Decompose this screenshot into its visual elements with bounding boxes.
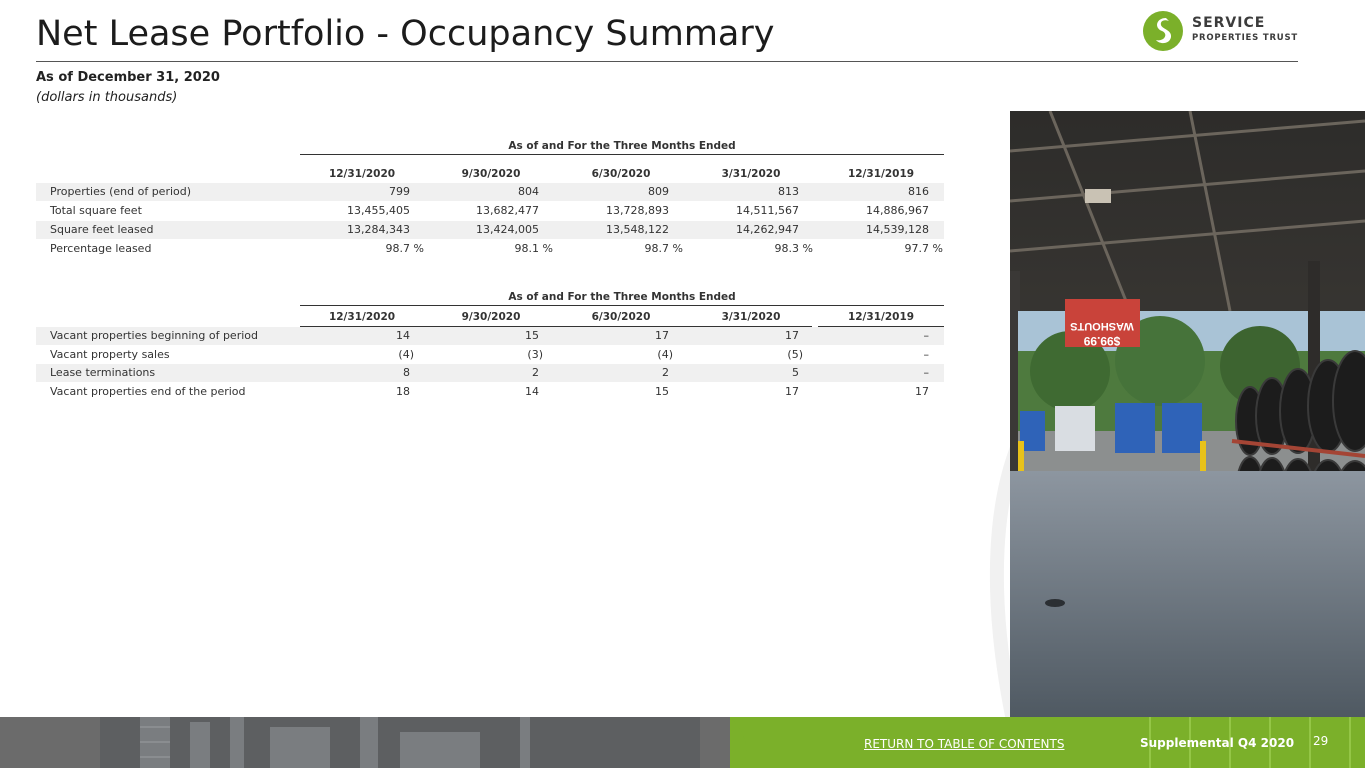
cell-value: 98.3 %	[774, 242, 813, 255]
cell-value: 13,424,005	[476, 223, 539, 236]
cell-value: 14,886,967	[866, 204, 929, 217]
spt-leaf-icon	[1143, 11, 1183, 51]
row-label: Vacant properties end of the period	[50, 385, 246, 398]
occupancy-table: As of and For the Three Months Ended 12/…	[36, 138, 944, 268]
cell-value: 804	[518, 185, 539, 198]
cell-value: (4)	[657, 348, 673, 361]
page-title: Net Lease Portfolio - Occupancy Summary	[36, 14, 775, 54]
company-logo: SERVICE PROPERTIES TRUST	[1142, 10, 1302, 52]
cell-value: 8	[403, 366, 410, 379]
cell-value: 17	[785, 329, 799, 342]
cell-value: 13,284,343	[347, 223, 410, 236]
table1-col-header: 12/31/2019	[847, 168, 915, 180]
cell-value: 14,511,567	[736, 204, 799, 217]
table2-col-header: 6/30/2020	[591, 311, 651, 323]
table-row: Percentage leased 98.7 % 98.1 % 98.7 % 9…	[36, 240, 944, 258]
table1-col-header: 6/30/2020	[591, 168, 651, 180]
cell-value: (3)	[527, 348, 543, 361]
cell-value: 813	[778, 185, 799, 198]
table2-group-header: As of and For the Three Months Ended	[508, 291, 736, 303]
table2-col-header: 3/31/2020	[721, 311, 781, 323]
property-photo: WASHOUTS $99.99	[1010, 111, 1365, 717]
cell-value: 98.7 %	[644, 242, 683, 255]
table1-col-header: 12/31/2020	[328, 168, 396, 180]
sign-text-line2: $99.99	[1083, 334, 1120, 348]
logo-line1: SERVICE	[1192, 15, 1266, 31]
cell-value: 13,682,477	[476, 204, 539, 217]
as-of-date: As of December 31, 2020	[36, 70, 220, 85]
title-divider	[36, 61, 1298, 62]
row-label: Percentage leased	[50, 242, 152, 255]
cell-value: 18	[396, 385, 410, 398]
row-label: Square feet leased	[50, 223, 154, 236]
table2-group-rule	[300, 305, 944, 306]
sign-text-line1: WASHOUTS	[1070, 320, 1134, 332]
table-row: Square feet leased 13,284,343 13,424,005…	[36, 221, 944, 239]
table2-col-header: 12/31/2020	[328, 311, 396, 323]
units-note: (dollars in thousands)	[36, 90, 178, 105]
cell-value: 14,539,128	[866, 223, 929, 236]
cell-value: (4)	[398, 348, 414, 361]
table1-group-header: As of and For the Three Months Ended	[508, 140, 736, 152]
cell-value: 816	[908, 185, 929, 198]
row-label: Vacant properties beginning of period	[50, 329, 258, 342]
row-label: Lease terminations	[50, 366, 156, 379]
logo-line2: PROPERTIES TRUST	[1192, 33, 1299, 43]
cell-value: 13,548,122	[606, 223, 669, 236]
vacancy-table: As of and For the Three Months Ended 12/…	[36, 289, 944, 409]
row-label: Vacant property sales	[50, 348, 170, 361]
cell-value: 13,728,893	[606, 204, 669, 217]
cell-value: 15	[525, 329, 539, 342]
table-row: Vacant properties end of the period 18 1…	[36, 383, 944, 401]
cell-value: 17	[785, 385, 799, 398]
table1-col-header: 3/31/2020	[721, 168, 781, 180]
cell-value: 809	[648, 185, 669, 198]
page-number: 29	[1313, 734, 1329, 748]
table-row: Total square feet 13,455,405 13,682,477 …	[36, 202, 944, 220]
table2-col-header: 9/30/2020	[461, 311, 521, 323]
table-row: Properties (end of period) 799 804 809 8…	[36, 183, 944, 201]
cell-value: (5)	[787, 348, 803, 361]
table-row: Lease terminations 8 2 2 5 –	[36, 364, 944, 382]
warehouse-illustration: WASHOUTS $99.99	[1010, 111, 1365, 717]
return-to-toc-link[interactable]: RETURN TO TABLE OF CONTENTS	[864, 737, 1064, 751]
cell-value: 14	[525, 385, 539, 398]
building-facade-illustration	[100, 717, 700, 768]
cell-value: 799	[389, 185, 410, 198]
cell-value: 2	[662, 366, 669, 379]
cell-value: 5	[792, 366, 799, 379]
cell-value: 14	[396, 329, 410, 342]
table-row: Vacant properties beginning of period 14…	[36, 327, 944, 345]
supplemental-label: Supplemental Q4 2020	[1140, 736, 1295, 750]
table-row: Vacant property sales (4) (3) (4) (5) –	[36, 346, 944, 364]
cell-value: 15	[655, 385, 669, 398]
row-label: Properties (end of period)	[50, 185, 192, 198]
cell-value: –	[923, 348, 930, 361]
cell-value: 97.7 %	[904, 242, 943, 255]
cell-value: 17	[655, 329, 669, 342]
table2-col-header: 12/31/2019	[847, 311, 915, 323]
cell-value: 17	[915, 385, 929, 398]
table1-group-rule	[300, 154, 944, 155]
cell-value: 13,455,405	[347, 204, 410, 217]
cell-value: 2	[532, 366, 539, 379]
cell-value: 98.7 %	[385, 242, 424, 255]
cell-value: 14,262,947	[736, 223, 799, 236]
cell-value: –	[923, 329, 930, 342]
row-label: Total square feet	[50, 204, 142, 217]
table1-col-header: 9/30/2020	[461, 168, 521, 180]
cell-value: 98.1 %	[514, 242, 553, 255]
cell-value: –	[923, 366, 930, 379]
